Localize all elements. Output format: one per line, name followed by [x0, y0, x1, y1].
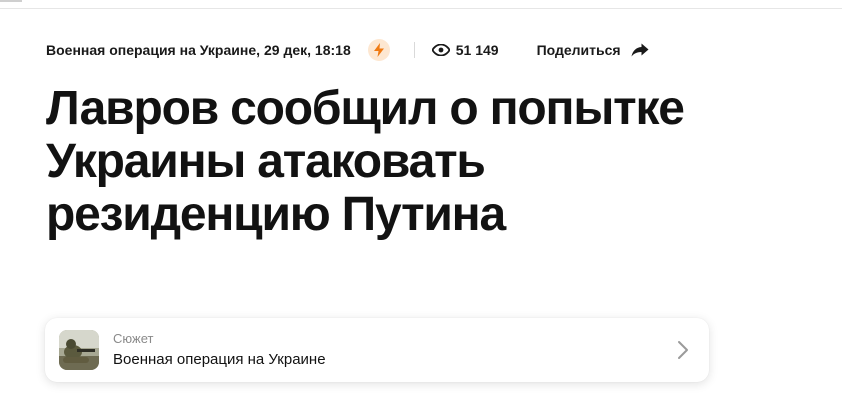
- rubric-link[interactable]: Военная операция на Украине: [46, 42, 256, 58]
- article-meta: Военная операция на Украине, 29 дек, 18:…: [46, 38, 649, 62]
- article-datetime: 29 дек, 18:18: [264, 42, 351, 58]
- story-name: Военная операция на Украине: [113, 350, 326, 368]
- share-arrow-icon: [631, 43, 649, 57]
- views-count: 51 149: [455, 42, 499, 58]
- eye-icon: [431, 44, 450, 56]
- share-label: Поделиться: [536, 42, 621, 58]
- meta-comma: ,: [256, 42, 260, 58]
- top-divider: [0, 8, 842, 9]
- meta-separator: [413, 42, 415, 58]
- story-thumbnail: [59, 330, 99, 370]
- article-title: Лавров сообщил о попытке Украины атакова…: [46, 82, 685, 241]
- story-label: Сюжет: [113, 330, 154, 346]
- chevron-right-icon: [678, 341, 688, 359]
- views-counter: 51 149: [431, 42, 499, 58]
- story-card[interactable]: Сюжет Военная операция на Украине: [45, 318, 709, 382]
- story-text: Сюжет Военная операция на Украине: [113, 331, 326, 370]
- share-button[interactable]: Поделиться: [537, 42, 649, 58]
- top-divider-stub: [0, 0, 22, 2]
- lightning-icon: [367, 39, 390, 61]
